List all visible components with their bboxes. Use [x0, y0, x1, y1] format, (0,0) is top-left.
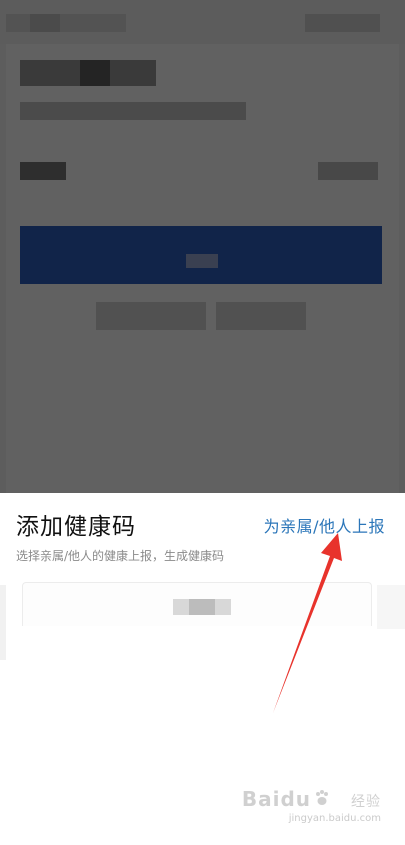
sheet-option-item[interactable]: [22, 582, 372, 626]
watermark-suffix: 经验: [351, 794, 381, 810]
sheet-title: 添加健康码: [16, 514, 136, 540]
baidu-paw-icon: [316, 790, 328, 805]
blurred-option-label-dark: [189, 599, 215, 615]
family-report-link[interactable]: 为亲属/他人上报: [264, 513, 385, 537]
watermark-site: jingyan.baidu.com: [288, 813, 381, 824]
sheet-edge-right: [377, 585, 405, 629]
watermark-brand: Baidu: [241, 787, 311, 811]
sheet-edge-left: [0, 585, 6, 660]
sheet-subtitle: 选择亲属/他人的健康上报，生成健康码: [16, 549, 225, 563]
baidu-watermark: Baidu 经验 jingyan.baidu.com: [242, 787, 381, 831]
